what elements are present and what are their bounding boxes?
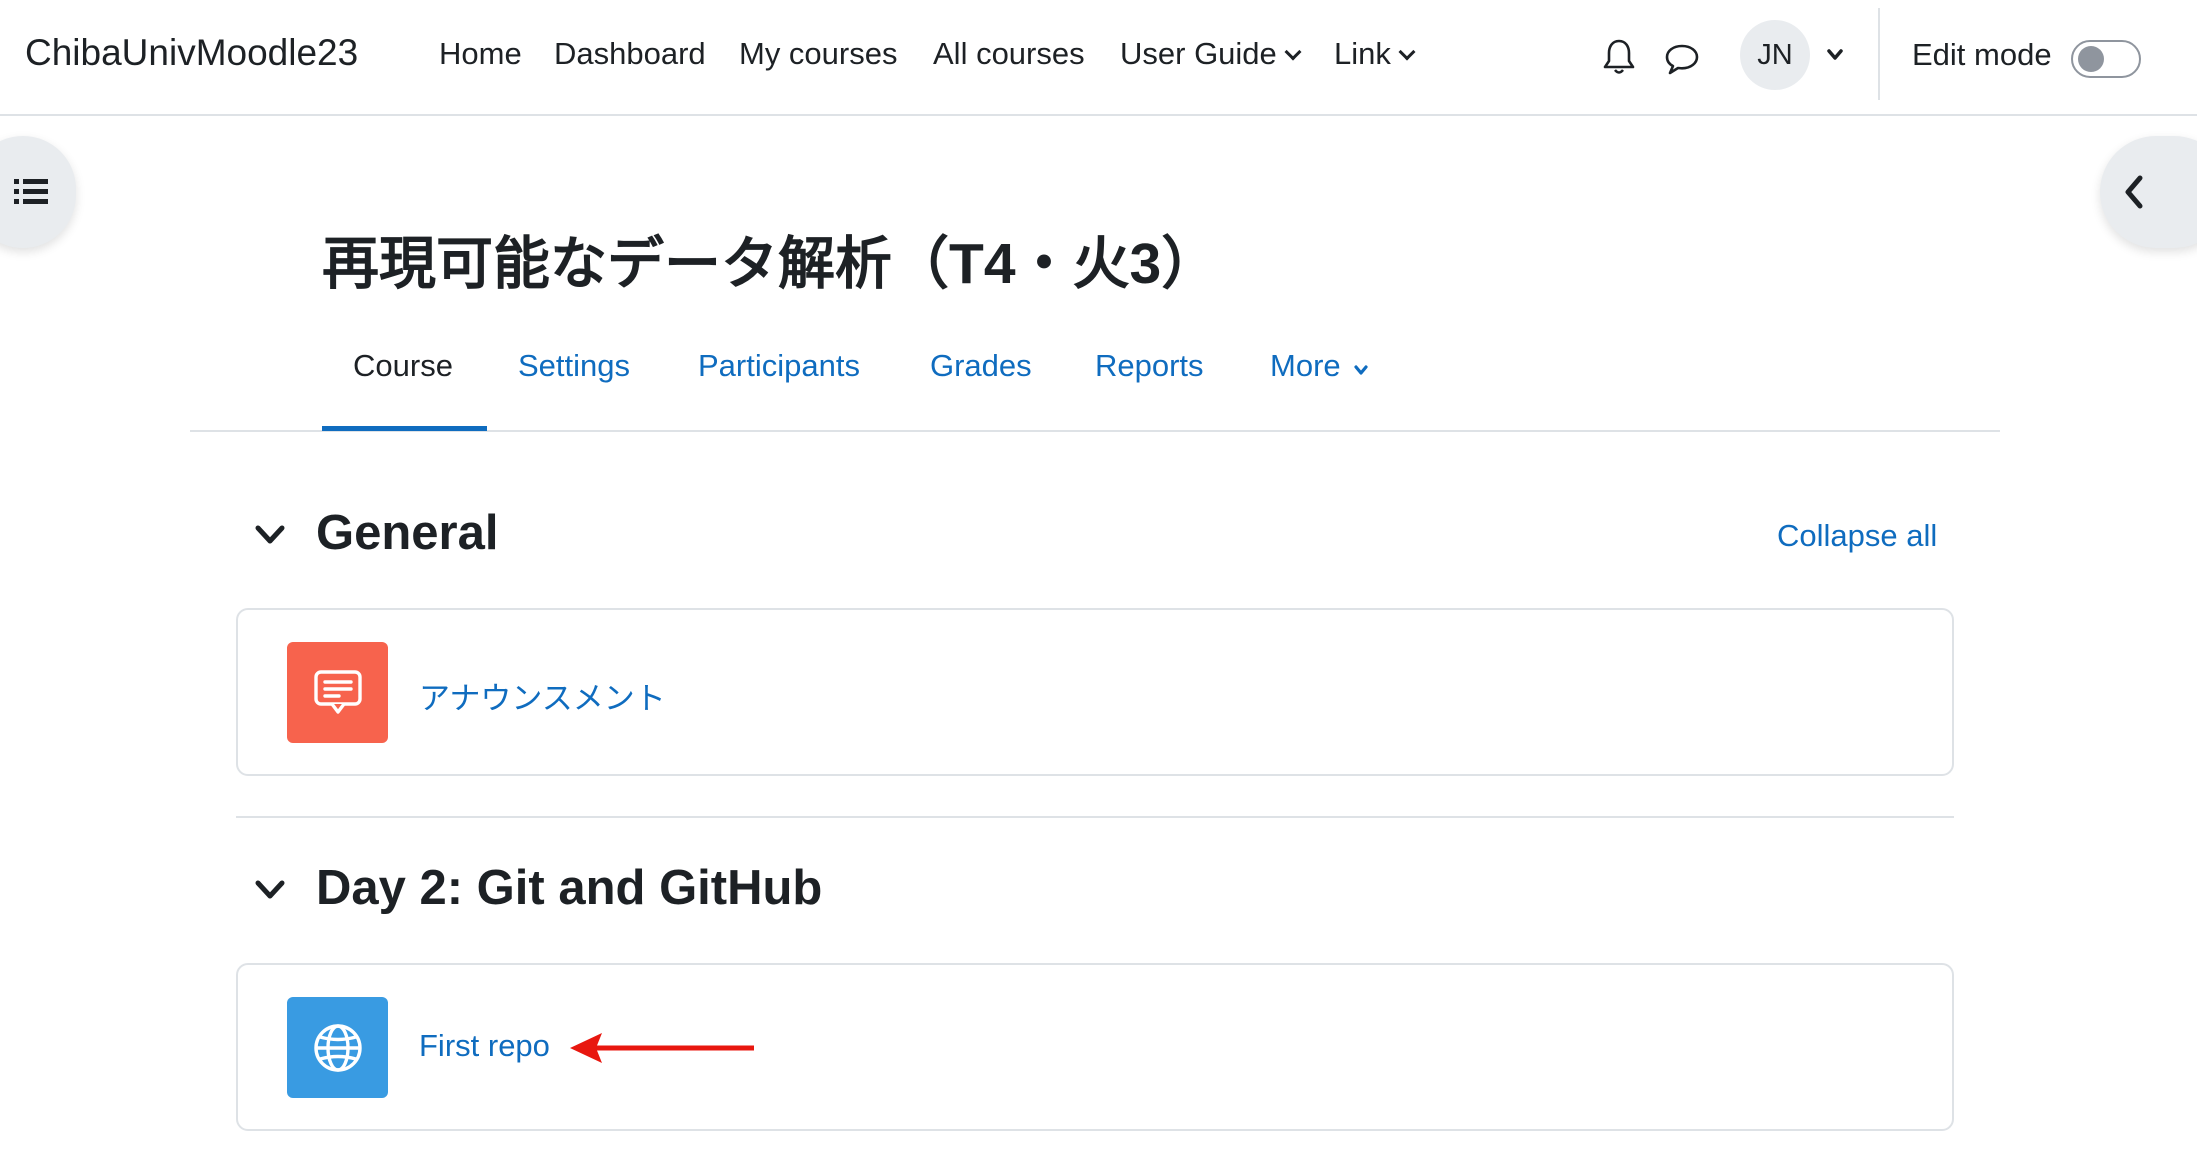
tab-participants[interactable]: Participants — [698, 348, 860, 384]
list-icon — [14, 179, 48, 204]
nav-link-dropdown[interactable]: Link — [1334, 36, 1416, 72]
tab-more-label: More — [1270, 348, 1341, 383]
chevron-down-icon — [1398, 43, 1416, 61]
user-avatar[interactable]: JN — [1740, 20, 1810, 90]
nav-home[interactable]: Home — [439, 36, 522, 72]
site-brand[interactable]: ChibaUnivMoodle23 — [25, 32, 358, 74]
user-initials: JN — [1757, 38, 1793, 71]
chevron-down-icon — [1284, 43, 1302, 61]
tab-participants-label: Participants — [698, 348, 860, 383]
section-day2-collapse-chevron-icon[interactable] — [254, 879, 286, 906]
activity-card-first-repo: First repo — [236, 963, 1954, 1131]
course-secondary-nav: Course Settings Participants Grades Repo… — [190, 322, 2000, 432]
tab-grades[interactable]: Grades — [930, 348, 1032, 384]
nav-link-label: Link — [1334, 36, 1391, 71]
chevron-down-icon — [1354, 365, 1368, 375]
nav-user-guide-dropdown[interactable]: User Guide — [1120, 36, 1302, 72]
nav-my-courses-label: My courses — [739, 36, 898, 71]
active-tab-indicator — [322, 426, 487, 431]
navbar-divider — [1878, 8, 1880, 100]
nav-dashboard[interactable]: Dashboard — [554, 36, 706, 72]
edit-mode-label: Edit mode — [1912, 37, 2052, 72]
section-title-general[interactable]: General — [316, 505, 498, 561]
nav-home-label: Home — [439, 36, 522, 71]
tab-grades-label: Grades — [930, 348, 1032, 383]
chevron-left-icon — [2125, 175, 2143, 209]
tab-more-dropdown[interactable]: More — [1270, 348, 1369, 384]
user-menu-chevron-down-icon[interactable] — [1826, 48, 1844, 67]
chat-bubble-icon[interactable] — [1664, 42, 1700, 81]
nav-my-courses[interactable]: My courses — [739, 36, 897, 72]
course-index-drawer-toggle[interactable] — [0, 136, 76, 248]
nav-all-courses-label: All courses — [933, 36, 1085, 71]
annotation-arrow-icon — [568, 1028, 758, 1073]
nav-all-courses[interactable]: All courses — [933, 36, 1085, 72]
activity-link-first-repo[interactable]: First repo — [419, 1028, 550, 1064]
section-divider — [236, 816, 1954, 818]
section-general-collapse-chevron-icon[interactable] — [254, 524, 286, 551]
edit-mode-toggle[interactable] — [2071, 40, 2141, 78]
forum-icon — [287, 642, 388, 743]
page-title: 再現可能なデータ解析（T4・火3） — [322, 232, 1219, 296]
tab-course[interactable]: Course — [353, 348, 453, 384]
globe-icon — [287, 997, 388, 1098]
tab-settings[interactable]: Settings — [518, 348, 630, 384]
section-title-day2[interactable]: Day 2: Git and GitHub — [316, 860, 822, 916]
top-navbar: ChibaUnivMoodle23 Home Dashboard My cour… — [0, 0, 2197, 116]
nav-dashboard-label: Dashboard — [554, 36, 706, 71]
tab-reports-label: Reports — [1095, 348, 1204, 383]
bell-icon[interactable] — [1602, 38, 1636, 81]
activity-card-announcements: アナウンスメント — [236, 608, 1954, 776]
activity-link-announcements[interactable]: アナウンスメント — [419, 673, 666, 718]
tab-reports[interactable]: Reports — [1095, 348, 1204, 384]
collapse-all-link[interactable]: Collapse all — [1777, 518, 1937, 554]
tab-settings-label: Settings — [518, 348, 631, 383]
nav-user-guide-label: User Guide — [1120, 36, 1277, 71]
toggle-knob — [2078, 46, 2104, 72]
tab-course-label: Course — [353, 348, 453, 383]
block-drawer-toggle[interactable] — [2100, 136, 2197, 248]
